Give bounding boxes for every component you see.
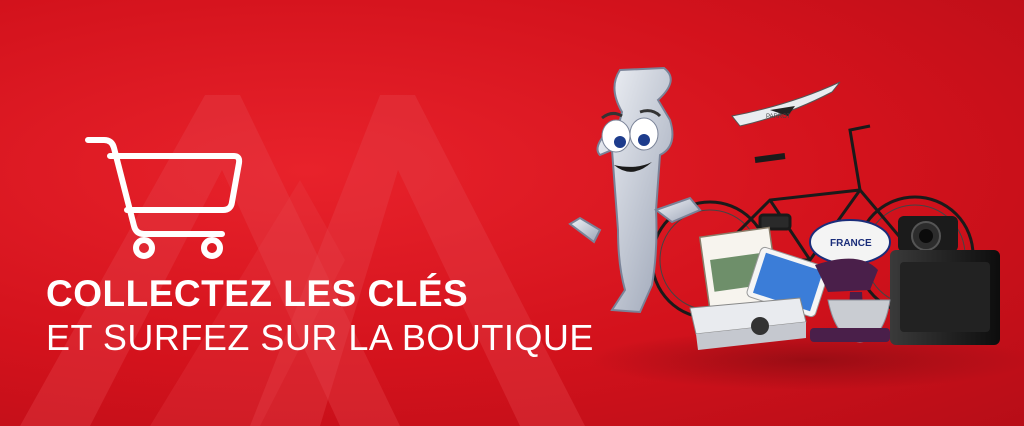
camera	[898, 216, 958, 252]
wrench-mascot	[568, 66, 702, 314]
headline: COLLECTEZ LES CLÉS ET SURFEZ SUR LA BOUT…	[46, 272, 594, 360]
product-collage: PARROT FRANCE	[568, 66, 1024, 390]
rugby-ball-label: FRANCE	[830, 238, 872, 249]
promo-banner[interactable]: COLLECTEZ LES CLÉS ET SURFEZ SUR LA BOUT…	[0, 0, 1024, 426]
stand-mixer	[810, 258, 891, 343]
drone: PARROT	[731, 81, 841, 127]
headline-line-1: COLLECTEZ LES CLÉS	[46, 273, 469, 314]
rugby-ball: FRANCE	[809, 219, 891, 265]
speaker	[890, 250, 1000, 345]
headline-line-2: ET SURFEZ SUR LA BOUTIQUE	[46, 317, 594, 358]
shopping-cart-icon	[85, 137, 243, 259]
drone-label: PARROT	[766, 114, 791, 120]
